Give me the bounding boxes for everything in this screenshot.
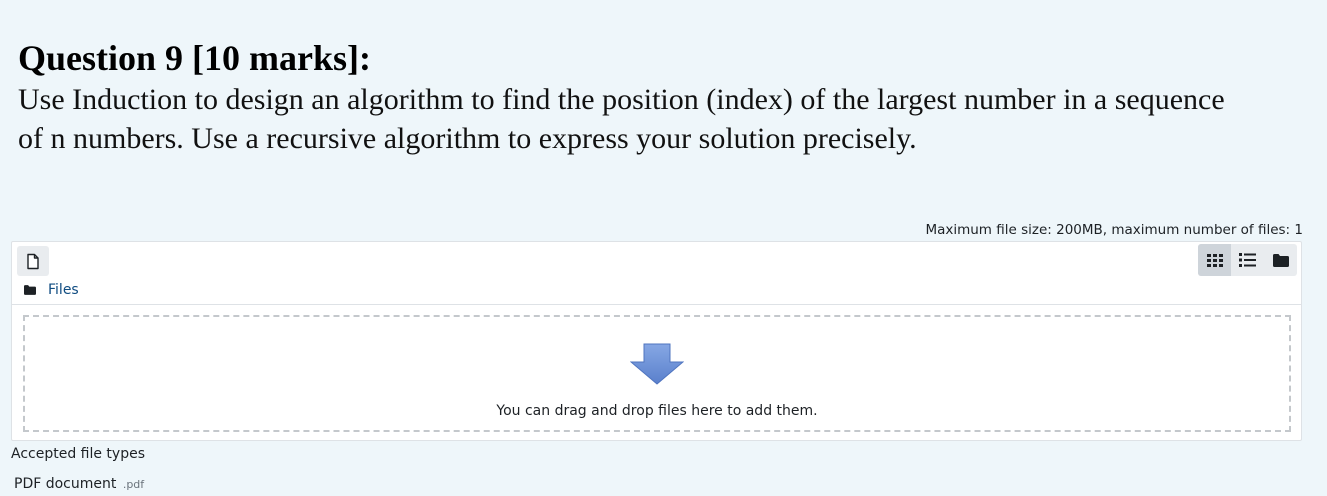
dropzone-instructions: You can drag and drop files here to add … — [496, 403, 818, 419]
view-tree-button[interactable] — [1264, 244, 1297, 276]
view-mode-group — [1198, 244, 1297, 276]
folder-icon — [1272, 253, 1289, 267]
breadcrumb: Files — [24, 282, 79, 298]
file-limits-info: Maximum file size: 200MB, maximum number… — [925, 222, 1303, 238]
file-manager-toolbar: Files — [12, 242, 1301, 305]
add-file-button[interactable] — [17, 246, 49, 276]
view-list-button[interactable] — [1231, 244, 1264, 276]
file-type-extension: .pdf — [122, 478, 145, 491]
question-body-line-2: of n numbers. Use a recursive algorithm … — [18, 122, 917, 155]
file-manager: Files You can drag and drop files here t… — [11, 241, 1302, 441]
down-arrow-icon — [630, 343, 684, 385]
file-add-icon — [27, 253, 39, 269]
folder-icon — [24, 285, 36, 295]
file-dropzone[interactable]: You can drag and drop files here to add … — [23, 315, 1291, 432]
question-body-line-1: Use Induction to design an algorithm to … — [18, 83, 1225, 116]
accepted-file-type-item: PDF document .pdf — [14, 476, 144, 492]
file-type-name: PDF document — [14, 476, 117, 492]
list-view-icon — [1239, 253, 1256, 267]
question-title: Question 9 [10 marks]: — [18, 38, 371, 78]
view-icons-button[interactable] — [1198, 244, 1231, 276]
breadcrumb-files-link[interactable]: Files — [48, 282, 79, 298]
grid-view-icon — [1206, 253, 1223, 267]
question-text-block: Question 9 [10 marks]: Use Induction to … — [18, 36, 1318, 158]
accepted-file-types-label: Accepted file types — [11, 446, 146, 462]
